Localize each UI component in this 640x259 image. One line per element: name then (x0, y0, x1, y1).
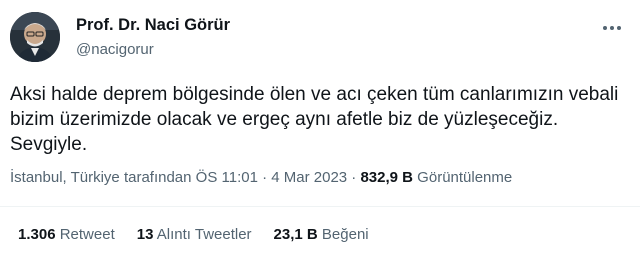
tweet-text-line: bizim üzerimizde olacak ve ergeç aynı af… (10, 109, 559, 130)
tweet-source-time[interactable]: İstanbul, Türkiye tarafından ÖS 11:01 · … (10, 169, 360, 186)
quotes-stat[interactable]: 13 Alıntı Tweetler (137, 226, 252, 243)
views-label: Görüntülenme (413, 169, 513, 186)
more-button[interactable] (600, 18, 624, 38)
avatar[interactable] (10, 12, 60, 62)
tweet-text-line: Sevgiyle. (10, 134, 88, 155)
author-handle[interactable]: @nacigorur (76, 40, 230, 60)
likes-count: 23,1 B (273, 226, 318, 243)
tweet-text-line: Aksi halde deprem bölgesinde ölen ve acı… (10, 84, 619, 105)
tweet-text: Aksi halde deprem bölgesinde ölen ve acı… (10, 82, 630, 157)
likes-stat[interactable]: 23,1 B Beğeni (274, 226, 369, 243)
more-icon (603, 26, 621, 30)
author-info: Prof. Dr. Naci Görür @nacigorur (76, 15, 230, 60)
quotes-count: 13 (136, 226, 154, 243)
tweet-meta: İstanbul, Türkiye tarafından ÖS 11:01 · … (10, 169, 512, 186)
likes-label: Beğeni (317, 226, 369, 243)
views-count: 832,9 B (360, 169, 414, 186)
tweet: Prof. Dr. Naci Görür @nacigorur Aksi hal… (0, 0, 640, 259)
retweets-label: Retweet (55, 226, 115, 243)
retweets-stat[interactable]: 1.306 Retweet (18, 226, 115, 243)
avatar-image (10, 12, 60, 62)
retweets-count: 1.306 (18, 226, 56, 243)
author-name[interactable]: Prof. Dr. Naci Görür (76, 15, 230, 35)
tweet-stats: 1.306 Retweet 13 Alıntı Tweetler 23,1 B … (18, 226, 369, 243)
quotes-label: Alıntı Tweetler (153, 226, 252, 243)
divider (0, 206, 640, 207)
